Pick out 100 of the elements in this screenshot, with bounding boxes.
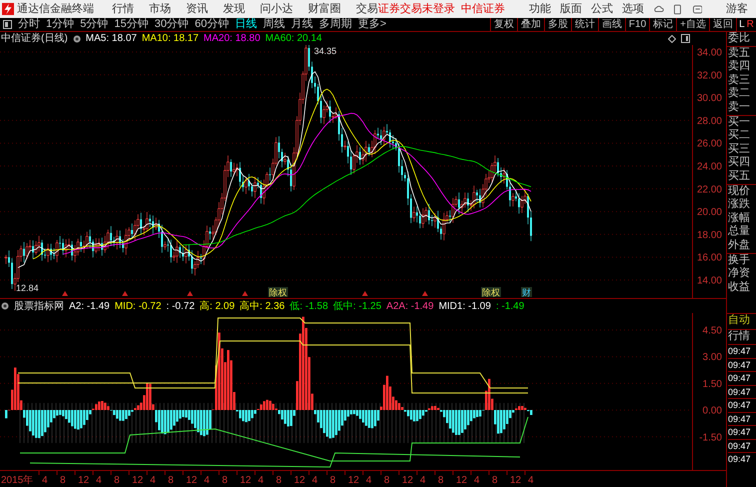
menu-item[interactable]: 公式 <box>591 0 614 18</box>
period-tab[interactable]: 30分钟 <box>154 16 189 33</box>
event-tag[interactable]: 除权 <box>268 287 288 298</box>
gear-icon[interactable] <box>1 302 9 310</box>
indicator-reading: MID: -0.72 <box>114 300 162 314</box>
period-tab[interactable]: 5分钟 <box>80 16 108 33</box>
menu-item[interactable]: 交易 <box>356 0 378 18</box>
time-axis-label: 8 <box>384 475 390 486</box>
toolbar-button[interactable]: 叠加 <box>516 18 544 32</box>
toolbar-button[interactable]: 统计 <box>570 18 598 32</box>
user-name[interactable]: 游客 <box>726 0 748 18</box>
quote-field-label: 买一 <box>728 116 751 129</box>
event-marker-icon[interactable] <box>242 291 248 296</box>
toolbar-button[interactable]: +自选 <box>676 18 709 32</box>
cloud-icon[interactable] <box>654 4 664 14</box>
trade-time: 09:47 <box>728 358 756 371</box>
time-axis-label: 8 <box>438 475 444 486</box>
toolbar-button[interactable]: 复权 <box>490 18 517 32</box>
quote-field-label: 委比 <box>728 32 751 46</box>
panel-toggle-icon[interactable] <box>3 20 12 29</box>
menu-item[interactable]: 选项 <box>622 0 644 18</box>
menu-item[interactable]: 功能 <box>529 0 552 18</box>
time-axis-label: 4 <box>42 475 48 486</box>
login-notice[interactable]: 证券交易未登录 <box>378 0 456 18</box>
quote-field-label: 卖四 <box>728 60 751 74</box>
period-tab[interactable]: 15分钟 <box>114 16 148 33</box>
menu-item[interactable]: 资讯 <box>186 0 208 18</box>
event-tag[interactable]: 财 <box>521 287 532 298</box>
broker-link[interactable]: 中信证券 <box>461 0 506 18</box>
indicator-reading: MID1: -1.09 <box>438 300 491 314</box>
time-axis-label: 12 <box>78 475 90 486</box>
quote-field-label: 卖二 <box>728 87 751 101</box>
phone-icon[interactable] <box>674 4 680 14</box>
indicator-name[interactable]: 股票指标网 <box>14 298 64 314</box>
period-tab[interactable]: 月线 <box>291 16 313 33</box>
time-axis-label: 8 <box>330 475 336 486</box>
menu-item[interactable]: 发现 <box>223 0 246 18</box>
panel-tab[interactable]: 行情 <box>728 329 756 344</box>
quote-field-label: 买五 <box>728 170 751 184</box>
diamond-icon[interactable] <box>668 34 676 42</box>
quote-field-label: 卖三 <box>728 74 751 87</box>
time-axis-label: 12 <box>510 475 522 486</box>
event-marker-icon[interactable] <box>62 291 68 296</box>
indicator-reading: : -1.49 <box>496 300 524 314</box>
period-tab[interactable]: 多周期 <box>319 16 352 33</box>
trade-time: 09:47 <box>728 344 756 358</box>
time-axis-label: 4 <box>528 475 534 486</box>
event-marker-icon[interactable] <box>362 291 368 296</box>
indicator-reading: A2: -1.49 <box>69 300 110 314</box>
trade-time: 09:47 <box>728 398 756 412</box>
event-tag[interactable]: 除权 <box>481 287 501 298</box>
time-axis-label: 4 <box>420 475 426 486</box>
event-marker-icon[interactable] <box>422 291 428 296</box>
event-marker-icon[interactable] <box>187 291 193 296</box>
time-axis-label: 12 <box>132 475 144 486</box>
axis-label: 24.00 <box>696 162 722 172</box>
low-price-label: 12.84 <box>16 283 39 293</box>
event-marker-icon[interactable] <box>122 291 128 296</box>
toolbar-button[interactable]: 返回 <box>709 18 736 32</box>
period-tab[interactable]: 日线 <box>235 16 257 33</box>
toolbar-button[interactable]: F10 <box>624 18 650 32</box>
right-toggle[interactable]: R <box>746 17 754 32</box>
indicator-reading: A2A: -1.49 <box>386 300 434 314</box>
quote-field-label: 净资 <box>728 267 751 281</box>
axis-label: 3.00 <box>702 352 722 364</box>
moving-average-reading: MA60: 20.14 <box>265 32 322 46</box>
menu-item[interactable]: 问小达 <box>260 0 294 18</box>
menu-item[interactable]: 行情 <box>112 0 134 18</box>
time-axis-label: 4 <box>150 475 156 486</box>
trade-time: 09:47 <box>728 452 756 466</box>
axis-label: 22.00 <box>696 184 722 196</box>
axis-label: 14.00 <box>696 276 722 286</box>
toolbar-button[interactable]: 标记 <box>649 18 676 32</box>
left-toggle[interactable]: L <box>739 17 745 32</box>
trade-time: 09:47 <box>728 425 756 438</box>
time-axis-label: 12 <box>240 475 252 486</box>
period-tab[interactable]: 1分钟 <box>46 16 74 33</box>
axis-label: 26.00 <box>696 138 722 150</box>
time-axis-label: 8 <box>492 475 498 486</box>
period-tab[interactable]: 更多> <box>358 16 386 33</box>
time-axis-label: 4 <box>258 475 264 486</box>
moving-average-reading: MA10: 18.17 <box>142 32 199 46</box>
toolbar-button[interactable]: 多股 <box>544 18 571 32</box>
axis-label: 28.00 <box>696 116 722 127</box>
toolbar-button[interactable]: 画线 <box>598 18 625 32</box>
mode-label[interactable]: 自动 <box>728 314 756 329</box>
stock-title: 中信证券(日线) <box>1 32 68 46</box>
quote-field-label: 涨跌 <box>728 198 751 212</box>
period-tab[interactable]: 60分钟 <box>194 16 229 33</box>
gear-icon[interactable] <box>72 34 81 42</box>
axis-label: 34.00 <box>696 48 722 58</box>
time-axis-label: 8 <box>222 475 228 486</box>
period-tab[interactable]: 周线 <box>263 16 285 33</box>
message-icon[interactable] <box>692 4 702 14</box>
time-axis-label: 12 <box>402 475 414 486</box>
menu-item[interactable]: 市场 <box>149 0 172 18</box>
menu-item[interactable]: 财富圈 <box>308 0 342 18</box>
period-tab[interactable]: 分时 <box>18 16 40 33</box>
panel-toggle-icon[interactable] <box>681 34 690 43</box>
menu-item[interactable]: 版面 <box>560 0 582 18</box>
